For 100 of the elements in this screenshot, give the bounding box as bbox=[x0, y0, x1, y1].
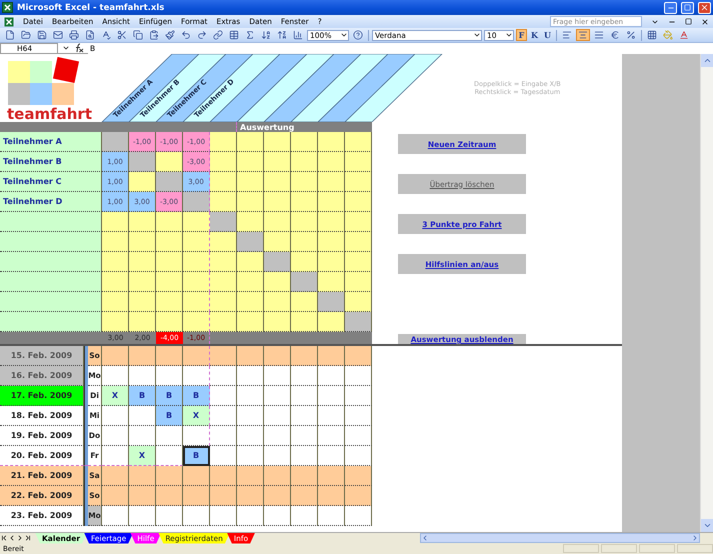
borders-icon[interactable] bbox=[645, 29, 659, 41]
entry-cell[interactable] bbox=[156, 446, 183, 466]
entry-cell[interactable] bbox=[102, 506, 129, 526]
table-cell bbox=[291, 366, 318, 386]
merge-icon[interactable] bbox=[592, 29, 606, 41]
entry-cell[interactable] bbox=[156, 506, 183, 526]
entry-cell[interactable] bbox=[129, 406, 156, 426]
table-cell bbox=[264, 366, 291, 386]
matrix-cell bbox=[156, 292, 183, 312]
entry-cell[interactable] bbox=[129, 346, 156, 366]
table-cell bbox=[237, 506, 264, 526]
entry-cell[interactable] bbox=[129, 426, 156, 446]
table-cell bbox=[318, 366, 345, 386]
matrix-cell bbox=[183, 312, 210, 332]
entry-cell[interactable] bbox=[129, 506, 156, 526]
entry-cell[interactable] bbox=[183, 426, 210, 446]
entry-cell[interactable] bbox=[183, 466, 210, 486]
entry-cell[interactable] bbox=[129, 466, 156, 486]
table-cell bbox=[237, 406, 264, 426]
entry-cell[interactable] bbox=[102, 466, 129, 486]
entry-cell[interactable] bbox=[183, 486, 210, 506]
copy-icon[interactable] bbox=[131, 29, 145, 41]
dropdown-icon[interactable] bbox=[62, 44, 70, 52]
link-icon[interactable] bbox=[211, 29, 225, 41]
spreadsheet-icon[interactable] bbox=[4, 16, 14, 26]
printer-icon[interactable] bbox=[67, 29, 81, 41]
status-panel bbox=[677, 544, 713, 553]
entry-cell[interactable] bbox=[156, 426, 183, 446]
bar-chart-icon[interactable] bbox=[291, 29, 305, 41]
entry-cell[interactable] bbox=[129, 486, 156, 506]
entry-cell[interactable] bbox=[183, 346, 210, 366]
minimize-button[interactable] bbox=[664, 2, 677, 14]
table-cell bbox=[237, 386, 264, 406]
chevron-left-icon[interactable] bbox=[421, 534, 429, 542]
first-sheet-icon[interactable] bbox=[0, 534, 8, 542]
function-icon[interactable] bbox=[74, 43, 84, 53]
matrix-cell bbox=[237, 232, 264, 252]
window-title: Microsoft Excel - teamfahrt.xls bbox=[17, 2, 166, 12]
entry-cell[interactable] bbox=[102, 406, 129, 426]
fill-color-icon[interactable] bbox=[661, 29, 675, 41]
close-icon[interactable] bbox=[701, 18, 709, 26]
scroll-up-button[interactable] bbox=[701, 54, 713, 67]
close-button[interactable] bbox=[698, 2, 711, 14]
table-cell bbox=[210, 466, 237, 486]
table-cell bbox=[318, 466, 345, 486]
table-cell bbox=[291, 386, 318, 406]
horizontal-scrollbar[interactable] bbox=[420, 533, 700, 543]
table-icon[interactable] bbox=[227, 29, 241, 41]
align-left-icon[interactable] bbox=[560, 29, 574, 41]
entry-cell[interactable]: B bbox=[156, 406, 183, 426]
entry-cell[interactable] bbox=[156, 346, 183, 366]
format-button[interactable]: U bbox=[542, 29, 553, 41]
matrix-cell bbox=[318, 132, 345, 152]
matrix-cell bbox=[345, 132, 372, 152]
entry-cell[interactable] bbox=[102, 426, 129, 446]
table-cell bbox=[318, 426, 345, 446]
matrix-cell bbox=[129, 312, 156, 332]
entry-cell[interactable] bbox=[102, 366, 129, 386]
entry-cell[interactable] bbox=[102, 486, 129, 506]
entry-cell[interactable] bbox=[156, 486, 183, 506]
format-button[interactable]: F bbox=[516, 29, 527, 41]
entry-cell[interactable] bbox=[183, 366, 210, 386]
entry-cell[interactable] bbox=[102, 346, 129, 366]
table-cell bbox=[264, 426, 291, 446]
matrix-cell bbox=[291, 312, 318, 332]
entry-cell[interactable] bbox=[156, 366, 183, 386]
entry-cell[interactable]: B bbox=[156, 386, 183, 406]
matrix-cell bbox=[129, 152, 156, 172]
date-cell: 16. Feb. 2009 bbox=[0, 366, 84, 386]
entry-cell[interactable]: B bbox=[183, 386, 210, 406]
format-button[interactable]: K bbox=[529, 29, 540, 41]
paintbrush-icon[interactable] bbox=[163, 29, 177, 41]
matrix-cell bbox=[237, 172, 264, 192]
mail-icon[interactable] bbox=[51, 29, 65, 41]
entry-cell[interactable] bbox=[129, 366, 156, 386]
entry-cell[interactable] bbox=[156, 466, 183, 486]
folder-icon[interactable] bbox=[19, 29, 33, 41]
maximize-button[interactable] bbox=[681, 2, 694, 14]
save-icon[interactable] bbox=[35, 29, 49, 41]
chevron-right-icon[interactable] bbox=[691, 534, 699, 542]
date-cell: 18. Feb. 2009 bbox=[0, 406, 84, 426]
help-icon[interactable] bbox=[351, 29, 365, 41]
align-center-icon[interactable] bbox=[576, 29, 590, 41]
entry-cell[interactable]: B bbox=[129, 386, 156, 406]
scroll-down-button[interactable] bbox=[701, 519, 713, 532]
next-sheet-icon[interactable] bbox=[16, 534, 24, 542]
entry-cell[interactable]: X bbox=[183, 406, 210, 426]
entry-cell[interactable] bbox=[183, 506, 210, 526]
matrix-cell bbox=[318, 272, 345, 292]
entry-cell[interactable]: X bbox=[102, 386, 129, 406]
restore-icon[interactable] bbox=[685, 18, 692, 25]
matrix-cell bbox=[264, 232, 291, 252]
table-cell bbox=[318, 386, 345, 406]
entry-cell[interactable]: B bbox=[183, 446, 210, 466]
last-sheet-icon[interactable] bbox=[24, 534, 32, 542]
previous-sheet-icon[interactable] bbox=[8, 534, 16, 542]
table-cell bbox=[264, 446, 291, 466]
entry-cell[interactable] bbox=[102, 446, 129, 466]
matrix-cell bbox=[264, 212, 291, 232]
entry-cell[interactable]: X bbox=[129, 446, 156, 466]
